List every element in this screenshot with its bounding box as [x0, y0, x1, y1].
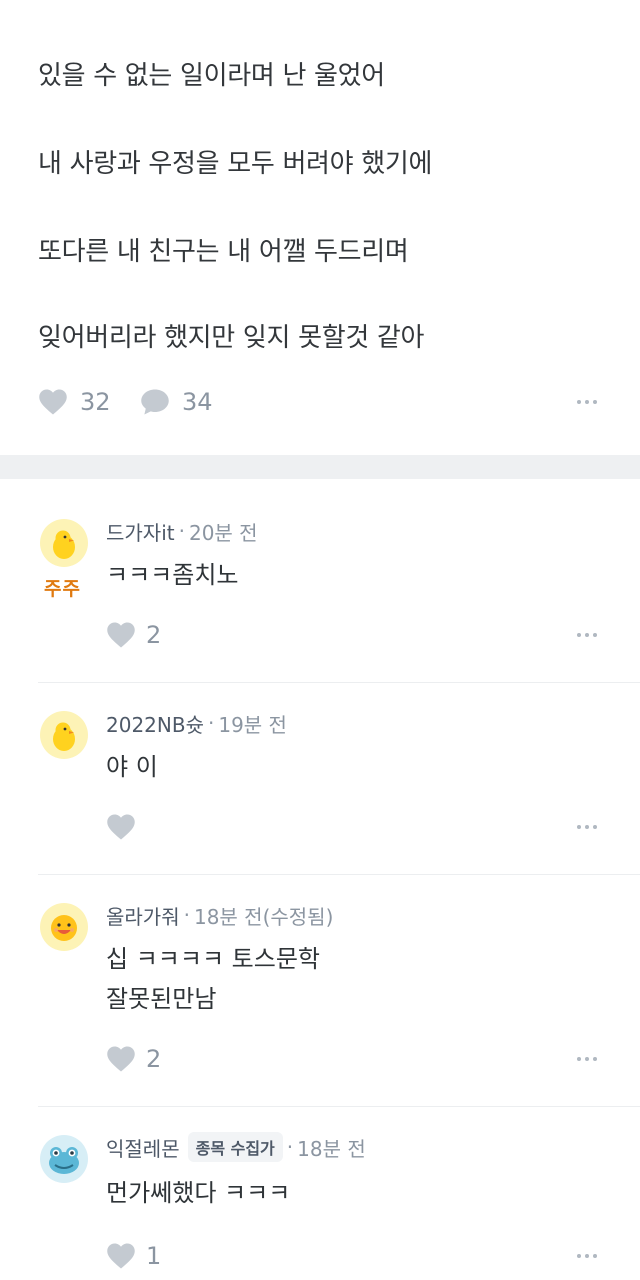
- comment-text: 잘못된만남: [106, 985, 217, 1013]
- comment-item: 2022NB슛 · 19분 전 야 이: [0, 683, 640, 875]
- comment-text: 먼가쎄했다 ㅋㅋㅋ: [106, 1179, 291, 1207]
- chick-icon: [53, 722, 75, 751]
- comment-like-button[interactable]: [106, 811, 146, 843]
- frog-icon: [49, 1147, 79, 1174]
- post-line: 또다른 내 친구는 내 어깰 두드리며: [38, 237, 409, 267]
- comment-meta: 드가자it · 20분 전: [106, 517, 258, 545]
- comment-time: 19분 전: [218, 712, 287, 737]
- speech-bubble-icon: [141, 389, 169, 415]
- comment-nickname[interactable]: 2022NB슛: [106, 709, 204, 738]
- comment-more-icon[interactable]: [577, 1254, 597, 1258]
- comment-more-icon[interactable]: [577, 1057, 597, 1061]
- post-like-button[interactable]: 32: [38, 384, 111, 420]
- comment-more-icon[interactable]: [577, 633, 597, 637]
- comment-like-button[interactable]: 2: [106, 619, 161, 651]
- holder-badge: 주주: [44, 578, 81, 600]
- post-body: 있을 수 없는 일이라며 난 울었어 내 사랑과 우정을 모두 버려야 했기에 …: [0, 0, 640, 455]
- heart-icon: [107, 622, 135, 648]
- comment-nickname[interactable]: 익절레몬: [106, 1133, 180, 1162]
- post-action-bar: 32 34: [38, 384, 602, 420]
- meta-separator: ·: [207, 711, 215, 735]
- chick-icon: [53, 530, 75, 559]
- comment-like-count: 2: [146, 1045, 162, 1073]
- comment-time: 18분 전(수정됨): [193, 904, 334, 929]
- comment-meta: 익절레몬 종목 수집가 · 18분 전: [106, 1132, 366, 1162]
- post-line: 잊어버리라 했지만 잊지 못할것 같아: [38, 323, 425, 353]
- comment-like-count: 1: [146, 1242, 162, 1270]
- comment-item: 주주 드가자it · 20분 전 ㅋㅋㅋ좀치노 2: [0, 479, 640, 683]
- frog-avatar[interactable]: [40, 1135, 88, 1183]
- heart-icon: [107, 1243, 135, 1269]
- heart-icon: [39, 389, 67, 415]
- comment-text: ㅋㅋㅋ좀치노: [106, 561, 239, 589]
- comment-like-button[interactable]: 1: [106, 1240, 161, 1272]
- comment-like-count: 2: [146, 621, 162, 649]
- chick-avatar[interactable]: [40, 711, 88, 759]
- post-more-icon[interactable]: [577, 400, 597, 404]
- meta-separator: ·: [183, 903, 190, 927]
- comment-like-button[interactable]: 2: [106, 1043, 161, 1075]
- smiley-face-icon: [51, 915, 77, 941]
- smiley-avatar[interactable]: [40, 903, 88, 951]
- comment-time: 20분 전: [188, 520, 258, 545]
- post-comment-button[interactable]: 34: [140, 384, 213, 420]
- user-tag-badge: 종목 수집가: [187, 1132, 283, 1162]
- meta-separator: ·: [178, 519, 185, 543]
- post-like-count: 32: [80, 388, 111, 416]
- heart-icon: [107, 814, 135, 840]
- comment-text: 십 ㅋㅋㅋㅋ 토스문학: [106, 945, 320, 973]
- section-divider: [0, 455, 640, 479]
- comment-text: 야 이: [106, 753, 158, 781]
- heart-icon: [107, 1046, 135, 1072]
- comment-more-icon[interactable]: [577, 825, 597, 829]
- comment-nickname[interactable]: 올라가줘: [106, 901, 180, 930]
- comment-time: 18분 전: [297, 1136, 366, 1161]
- comment-nickname[interactable]: 드가자it: [106, 517, 175, 546]
- comment-item: 익절레몬 종목 수집가 · 18분 전 먼가쎄했다 ㅋㅋㅋ 1: [0, 1107, 640, 1280]
- post-line: 있을 수 없는 일이라며 난 울었어: [38, 61, 385, 91]
- comment-meta: 2022NB슛 · 19분 전: [106, 709, 287, 737]
- comment-meta: 올라가줘 · 18분 전(수정됨): [106, 901, 333, 929]
- meta-separator: ·: [286, 1135, 294, 1159]
- chick-avatar[interactable]: [40, 519, 88, 567]
- post-comment-count: 34: [182, 388, 213, 416]
- comment-item: 올라가줘 · 18분 전(수정됨) 십 ㅋㅋㅋㅋ 토스문학 잘못된만남 2: [0, 875, 640, 1107]
- post-line: 내 사랑과 우정을 모두 버려야 했기에: [38, 149, 433, 179]
